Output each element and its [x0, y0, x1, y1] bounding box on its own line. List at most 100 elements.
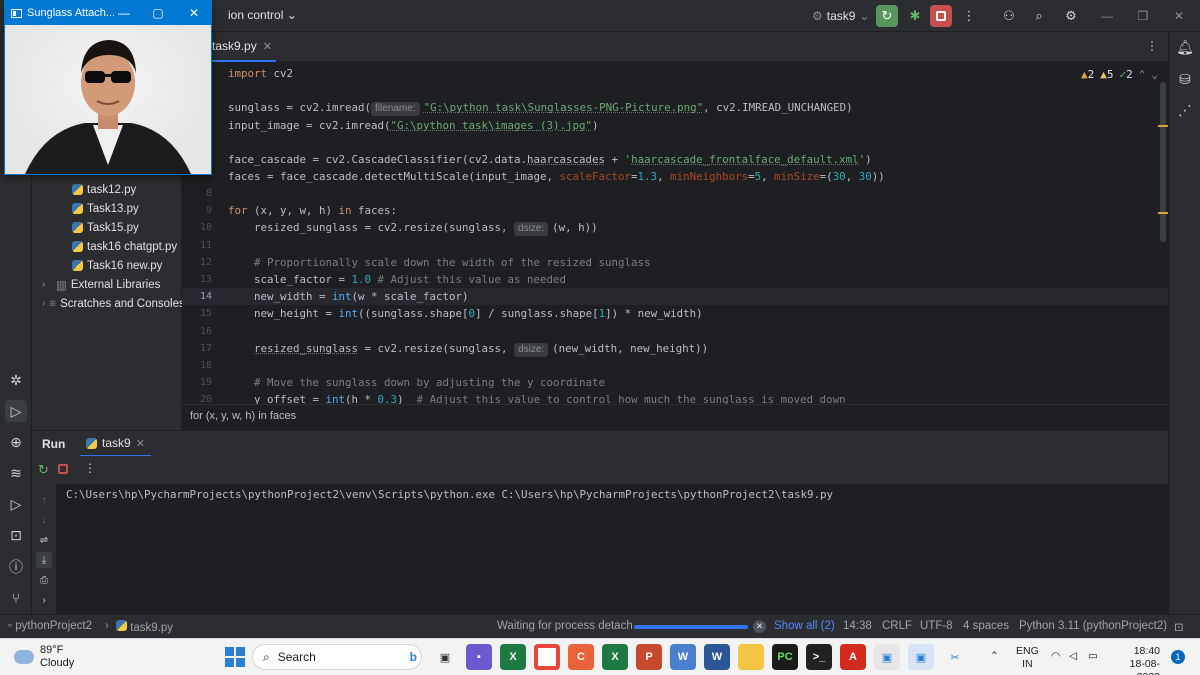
battery-icon[interactable]: ▭	[1088, 650, 1098, 663]
wifi-icon[interactable]: ◠	[1051, 650, 1060, 663]
notifications-button[interactable]: 🔔︎	[1174, 36, 1196, 58]
close-tab-icon[interactable]: ✕	[136, 437, 145, 450]
run-tool-button[interactable]: ▷	[5, 400, 27, 422]
run-panel-header: Run task9 ✕	[32, 430, 1168, 457]
arrow-down-icon[interactable]: ↓	[36, 512, 52, 528]
office-app-icon[interactable]: C	[568, 644, 594, 670]
run-panel-title: Run	[42, 437, 66, 451]
lock-icon[interactable]: ⊡	[1174, 620, 1184, 634]
chevron-up-icon[interactable]: ⌃	[1139, 68, 1146, 81]
close-button[interactable]: ✕	[1164, 5, 1194, 27]
notification-badge[interactable]: 1	[1171, 650, 1185, 664]
cancel-process-button[interactable]: ✕	[753, 620, 766, 633]
powerpoint-icon[interactable]: P	[636, 644, 662, 670]
code-with-me-button[interactable]: ⚇	[998, 5, 1020, 27]
stop-button[interactable]	[930, 5, 952, 27]
rerun-icon[interactable]: ↻	[38, 462, 49, 478]
arrow-up-icon[interactable]: ↑	[36, 492, 52, 508]
debug-tool-button[interactable]: ✲	[5, 369, 27, 391]
minimize-icon[interactable]: —	[111, 1, 137, 25]
snipping-tool-icon[interactable]: ✂	[942, 644, 968, 670]
close-tab-icon[interactable]: ✕	[263, 40, 272, 53]
start-button[interactable]	[222, 644, 248, 670]
chevron-up-icon[interactable]: ⌃	[990, 650, 999, 663]
chevron-right-icon[interactable]: ›	[36, 592, 52, 608]
close-icon[interactable]: ✕	[181, 1, 207, 25]
minimize-button[interactable]: —	[1092, 5, 1122, 27]
python-file-icon	[116, 620, 127, 631]
tree-external-libraries[interactable]: › ▥ External Libraries	[42, 275, 160, 294]
show-all-link[interactable]: Show all (2)	[774, 620, 835, 632]
sciview-tool-button[interactable]: ⋰	[1174, 99, 1196, 121]
clock[interactable]: 18:4018-08-2023	[1112, 645, 1160, 675]
rerun-button[interactable]: ↻	[876, 5, 898, 27]
search-everywhere-button[interactable]: ⌕	[1028, 5, 1050, 27]
project-file-task15[interactable]: Task15.py	[72, 218, 139, 237]
sunglass-attach-window[interactable]: Sunglass Attach... — ▢ ✕	[4, 0, 212, 175]
stop-icon[interactable]	[58, 464, 68, 474]
file-encoding[interactable]: UTF-8	[920, 620, 953, 632]
teams-chat-icon[interactable]: ▪	[466, 644, 492, 670]
project-file-task16-chatgpt[interactable]: task16 chatgpt.py	[72, 237, 177, 256]
terminal-app-icon[interactable]: >_	[806, 644, 832, 670]
status-project[interactable]: ▫ pythonProject2	[8, 620, 92, 632]
python-interpreter[interactable]: Python 3.11 (pythonProject2)	[1019, 620, 1167, 632]
caret-position[interactable]: 14:38	[843, 620, 872, 632]
warning-marker[interactable]	[1158, 125, 1168, 127]
scroll-to-end-icon[interactable]: ⤓	[36, 552, 52, 568]
taskbar-search[interactable]: ⌕ Search b	[252, 644, 422, 670]
word-icon[interactable]: W	[704, 644, 730, 670]
pdf-reader-icon[interactable]: A	[840, 644, 866, 670]
sunglass-window-icon[interactable]: ▣	[908, 644, 934, 670]
excel-app-icon[interactable]: X	[602, 644, 628, 670]
restore-button[interactable]: ❐	[1128, 5, 1158, 27]
word-doc-icon[interactable]: W	[670, 644, 696, 670]
chrome-icon[interactable]	[534, 644, 560, 670]
project-file-task16-new[interactable]: Task16 new.py	[72, 256, 162, 275]
line-separator[interactable]: CRLF	[882, 620, 912, 632]
tab-task9[interactable]: task9.py ✕	[208, 32, 276, 62]
layers-tool-button[interactable]: ≋	[5, 462, 27, 484]
problems-tool-button[interactable]: ⓘ	[5, 556, 27, 578]
editor-scrollbar[interactable]	[1160, 82, 1166, 242]
run-config-selector[interactable]: ⚙ task9 ⌄	[812, 5, 870, 27]
task-view-icon[interactable]: ▣	[432, 644, 458, 670]
version-control-menu[interactable]: ion control ⌄	[228, 8, 297, 22]
git-icon: ⑂	[11, 590, 21, 606]
services-tool-button[interactable]: ▷	[5, 493, 27, 515]
maximize-icon[interactable]: ▢	[145, 1, 171, 25]
photos-app-icon[interactable]: ▣	[874, 644, 900, 670]
print-icon[interactable]: ⎙	[36, 572, 52, 588]
tree-scratches[interactable]: › ≡ Scratches and Consoles	[42, 294, 182, 313]
indent-setting[interactable]: 4 spaces	[963, 620, 1009, 632]
database-tool-button[interactable]: ⛁	[1174, 68, 1196, 90]
more-actions-button[interactable]: ⋮	[958, 5, 980, 27]
python-packages-button[interactable]: ⊕	[5, 431, 27, 453]
pycharm-icon[interactable]: PC	[772, 644, 798, 670]
project-file-task12[interactable]: task12.py	[72, 180, 136, 199]
chevron-right-icon: ›	[42, 279, 46, 290]
settings-button[interactable]: ⚙	[1060, 5, 1082, 27]
terminal-tool-button[interactable]: ⊡	[5, 524, 27, 546]
breadcrumb-item[interactable]: for (x, y, w, h) in faces	[190, 410, 296, 422]
weather-widget[interactable]: 89°F Cloudy	[14, 644, 74, 670]
code-editor[interactable]: 8 9 10 11 12 13 14 15 16 17 18 19 20 imp…	[182, 62, 1168, 404]
bell-icon: 🔔︎	[1176, 38, 1194, 55]
inspections-widget[interactable]: ▲2 ▲5 ✓2 ⌃ ⌄	[1081, 68, 1158, 81]
more-vertical-icon[interactable]: ⋮	[84, 461, 96, 475]
volume-icon[interactable]: ◁	[1069, 650, 1077, 663]
more-vertical-icon[interactable]: ⋮	[1146, 39, 1158, 53]
chevron-down-icon[interactable]: ⌄	[1151, 68, 1158, 81]
git-tool-button[interactable]: ⑂	[5, 587, 27, 609]
run-console[interactable]: C:\Users\hp\PycharmProjects\pythonProjec…	[56, 484, 1168, 614]
floating-window-title-bar[interactable]: Sunglass Attach... — ▢ ✕	[5, 1, 211, 25]
status-file[interactable]: task9.py	[116, 620, 173, 634]
run-tab-task9[interactable]: task9 ✕	[80, 431, 151, 457]
language-indicator[interactable]: ENG IN	[1016, 645, 1039, 671]
soft-wrap-icon[interactable]: ⇌	[36, 532, 52, 548]
file-explorer-icon[interactable]	[738, 644, 764, 670]
debug-button[interactable]: ✱	[904, 5, 926, 27]
excel-icon[interactable]: X	[500, 644, 526, 670]
warning-marker[interactable]	[1158, 212, 1168, 214]
project-file-task13[interactable]: Task13.py	[72, 199, 139, 218]
